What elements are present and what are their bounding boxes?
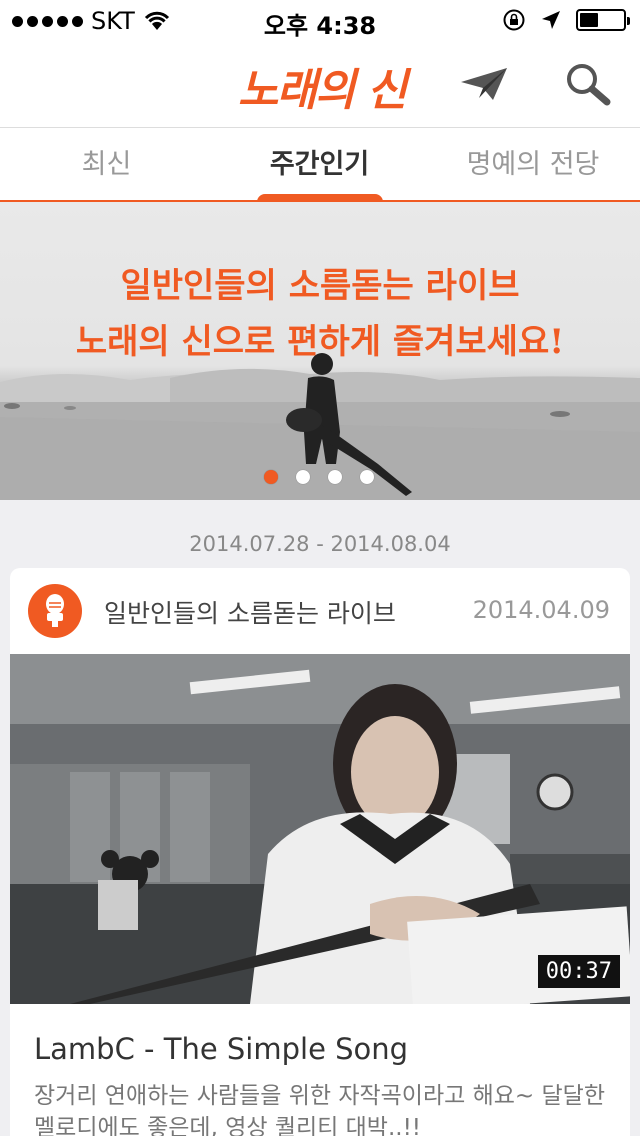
video-duration: 00:37: [537, 955, 620, 988]
week-date-range: 2014.07.28 - 2014.08.04: [189, 532, 451, 556]
share-button[interactable]: [458, 62, 510, 106]
promo-banner[interactable]: 일반인들의 소름돋는 라이브 노래의 신으로 편하게 즐겨보세요!: [0, 202, 640, 500]
tab-weekly-popular[interactable]: 주간인기: [213, 128, 426, 202]
tab-latest[interactable]: 최신: [0, 128, 213, 202]
paper-plane-icon: [461, 68, 507, 100]
video-description: 장거리 연애하는 사람들을 위한 자작곡이라고 해요~ 달달한 멜로디에도 좋은…: [34, 1083, 605, 1136]
page-dot: [360, 470, 374, 484]
status-bar: SKT 오후 4:38: [0, 0, 640, 40]
tab-hall-of-fame[interactable]: 명예의 전당: [426, 128, 640, 202]
banner-subline: 노래의 신으로 편하게 즐겨보세요!: [75, 322, 565, 362]
page-dot: [264, 470, 278, 484]
video-thumbnail[interactable]: 00:37: [10, 654, 630, 1004]
app-header: 노래의 신: [0, 40, 640, 128]
channel-avatar[interactable]: [28, 584, 82, 638]
microphone-icon: [46, 594, 64, 627]
video-thumbnail-image: [10, 654, 630, 1004]
app-logo: 노래의 신: [238, 65, 407, 116]
location-icon: [542, 11, 560, 29]
banner-page-indicator: [264, 470, 374, 484]
orientation-lock-icon: [503, 9, 525, 31]
tab-bar: 최신 주간인기 명예의 전당: [0, 128, 640, 202]
banner-headline: 일반인들의 소름돋는 라이브: [120, 266, 520, 306]
battery-icon: [576, 9, 630, 31]
active-tab-indicator: [257, 194, 383, 202]
card-header[interactable]: 일반인들의 소름돋는 라이브 2014.04.09: [10, 568, 630, 654]
page-dot: [328, 470, 342, 484]
channel-name[interactable]: 일반인들의 소름돋는 라이브: [104, 594, 396, 630]
search-button[interactable]: [562, 62, 614, 106]
video-card[interactable]: 일반인들의 소름돋는 라이브 2014.04.09 00:37 LambC - …: [10, 568, 630, 1136]
video-title[interactable]: LambC - The Simple Song: [34, 1032, 408, 1066]
post-date: 2014.04.09: [472, 596, 610, 624]
page-dot: [296, 470, 310, 484]
search-icon: [567, 64, 611, 106]
